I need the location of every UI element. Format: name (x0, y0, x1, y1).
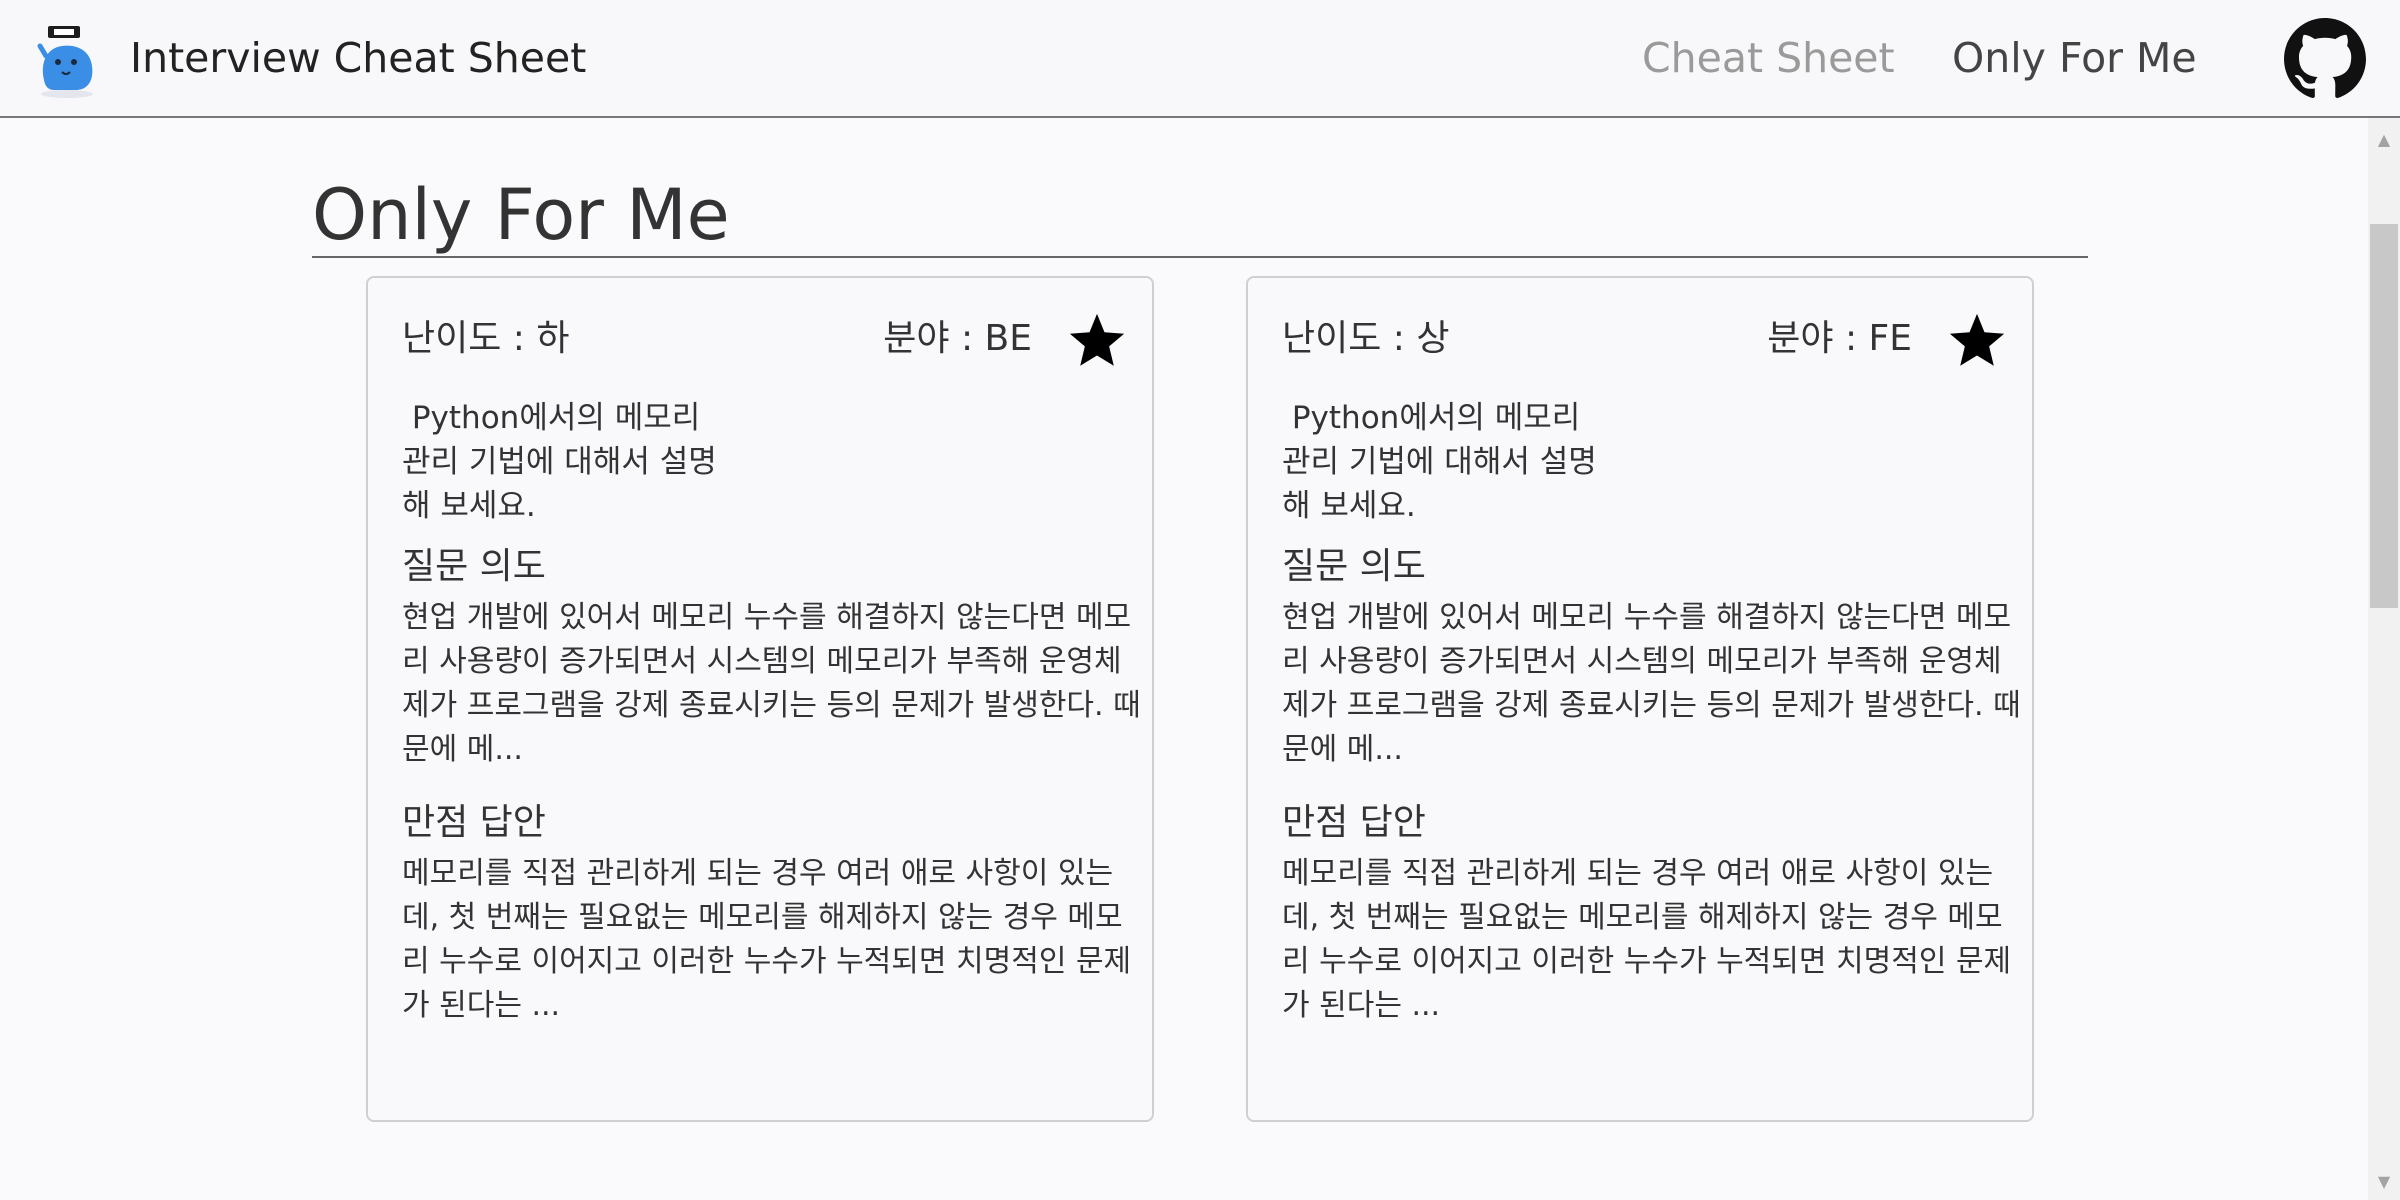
page-title: Only For Me (312, 174, 730, 256)
answer-body: 메모리를 직접 관리하게 되는 경우 여러 애로 사항이 있는데, 첫 번째는 … (1282, 856, 2012, 1023)
answer-body: 메모리를 직접 관리하게 되는 경우 여러 애로 사항이 있는데, 첫 번째는 … (402, 856, 1132, 1023)
question-card[interactable]: 난이도 : 상 분야 : FE Python에서의 메모리 관리 기법에 대해서… (1246, 276, 2034, 1122)
difficulty-label: 난이도 : 상 (1282, 318, 1450, 359)
difficulty-label: 난이도 : 하 (402, 318, 570, 359)
star-icon[interactable] (1066, 310, 1128, 372)
field-label: 분야 : BE (883, 318, 1032, 359)
star-icon[interactable] (1946, 310, 2008, 372)
title-divider (312, 256, 2088, 258)
mascot-logo-icon[interactable] (36, 20, 98, 100)
answer-heading: 만점 답안 (1282, 802, 1426, 843)
intent-body: 현업 개발에 있어서 메모리 누수를 해결하지 않는다면 메모리 사용량이 증가… (1282, 600, 2021, 767)
question-card[interactable]: 난이도 : 하 분야 : BE Python에서의 메모리 관리 기법에 대해서… (366, 276, 1154, 1122)
field-label: 분야 : FE (1767, 318, 1912, 359)
app-title[interactable]: Interview Cheat Sheet (130, 30, 586, 86)
question-text: Python에서의 메모리 관리 기법에 대해서 설명 해 보세요. (1282, 400, 1597, 524)
scrollbar-thumb[interactable] (2370, 224, 2398, 608)
intent-body: 현업 개발에 있어서 메모리 누수를 해결하지 않는다면 메모리 사용량이 증가… (402, 600, 1141, 767)
nav-cheat-sheet[interactable]: Cheat Sheet (1642, 30, 1895, 86)
scroll-down-arrow-icon[interactable]: ▼ (2368, 1166, 2400, 1196)
question-text: Python에서의 메모리 관리 기법에 대해서 설명 해 보세요. (402, 400, 717, 524)
answer-heading: 만점 답안 (402, 802, 546, 843)
vertical-scrollbar[interactable]: ▲ ▼ (2368, 118, 2400, 1200)
scroll-up-arrow-icon[interactable]: ▲ (2368, 124, 2400, 154)
intent-heading: 질문 의도 (1282, 546, 1426, 587)
nav-only-for-me[interactable]: Only For Me (1952, 30, 2197, 86)
intent-heading: 질문 의도 (402, 546, 546, 587)
github-icon[interactable] (2284, 18, 2366, 100)
top-nav-bar: Interview Cheat Sheet Cheat Sheet Only F… (0, 0, 2400, 118)
